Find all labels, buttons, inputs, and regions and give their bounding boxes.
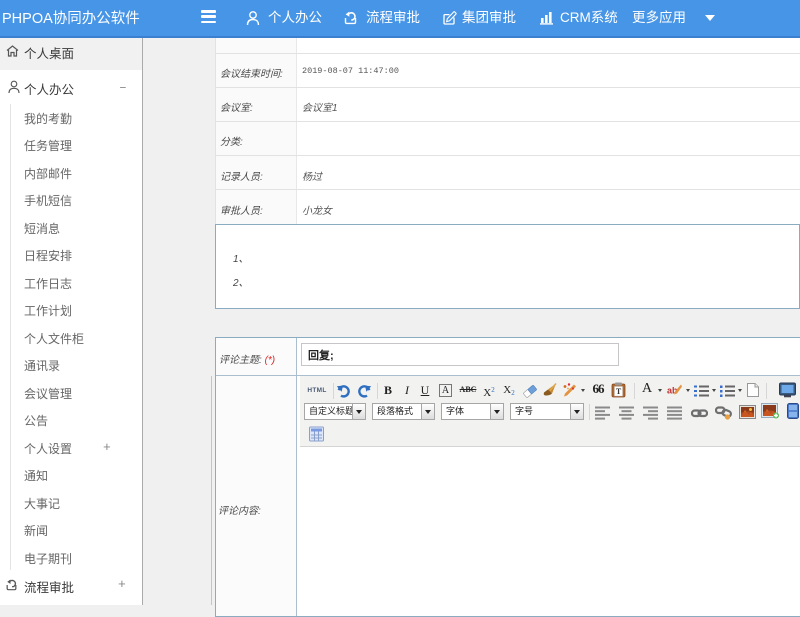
- svg-text:T: T: [616, 387, 622, 396]
